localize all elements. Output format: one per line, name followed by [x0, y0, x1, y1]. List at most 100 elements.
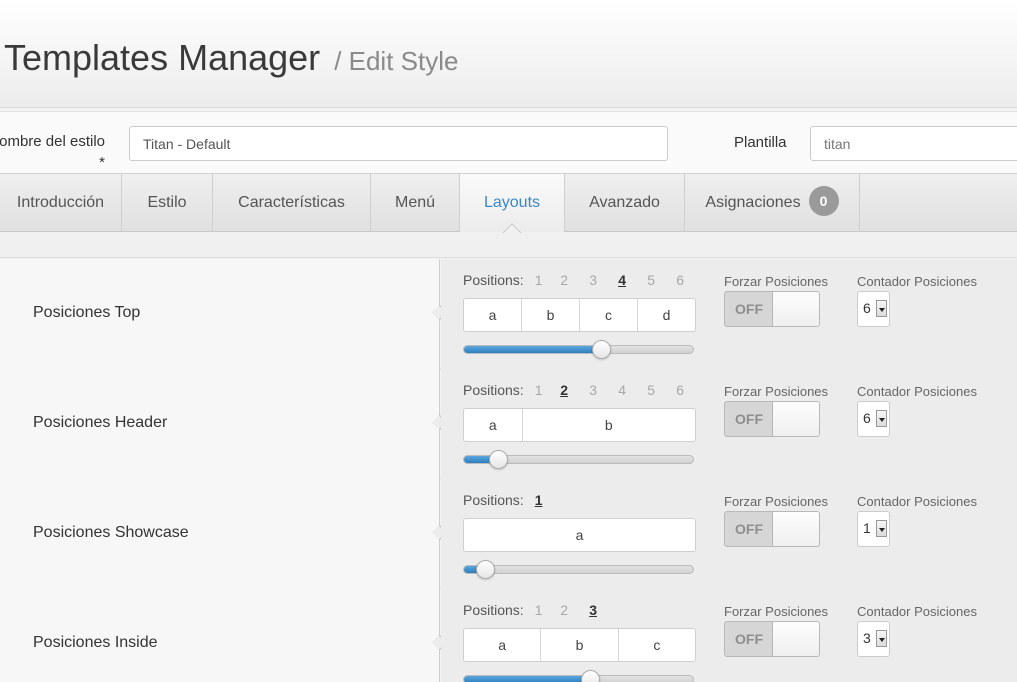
position-count-option[interactable]: 3 [579, 382, 608, 398]
tab-label: Menú [394, 194, 436, 211]
force-positions-toggle[interactable]: OFF [724, 511, 820, 547]
position-block[interactable]: b [522, 299, 580, 331]
position-block[interactable]: b [523, 409, 696, 441]
force-positions-toggle[interactable]: OFF [724, 401, 820, 437]
slider-handle[interactable] [580, 670, 600, 682]
positions-selector: Positions: 123456 [463, 382, 695, 398]
page-title: Templates Manager / Edit Style [4, 37, 458, 79]
position-count-option[interactable]: 2 [550, 272, 579, 288]
position-block[interactable]: c [580, 299, 638, 331]
force-positions-label: Forzar Posiciones [724, 384, 829, 399]
positions-counter-select[interactable]: 3 [857, 621, 890, 657]
section-spacer [0, 233, 1017, 258]
toggle-off-label: OFF [735, 411, 763, 427]
positions-counter-select[interactable]: 1 [857, 511, 890, 547]
force-positions-label: Forzar Posiciones [724, 494, 829, 509]
position-block[interactable]: d [638, 299, 695, 331]
tab-introduccion[interactable]: Introducción [0, 174, 122, 232]
positions-label: Positions: [463, 492, 524, 508]
position-count-option[interactable]: 6 [666, 382, 695, 398]
position-blocks: ab [463, 408, 696, 442]
toggle-knob[interactable] [772, 402, 819, 436]
chevron-down-icon[interactable] [876, 410, 887, 427]
row-title: Posiciones Showcase [33, 524, 189, 541]
template-input[interactable] [810, 126, 1017, 161]
style-name-label: Nombre del estilo * [0, 133, 105, 171]
position-block[interactable]: b [541, 629, 619, 661]
positions-counter-label: Contador Posiciones [857, 494, 977, 509]
row-title: Posiciones Header [33, 414, 168, 431]
slider-handle[interactable] [592, 340, 612, 359]
tab-label: Layouts [483, 194, 541, 211]
position-count-option[interactable]: 2 [550, 602, 579, 618]
template-label: Plantilla [734, 134, 787, 151]
layout-row: Posiciones Showcase Positions: 1 a Forza… [0, 479, 1017, 589]
position-count-option[interactable]: 1 [528, 492, 550, 508]
position-block[interactable]: a [464, 629, 542, 661]
tab-asignaciones[interactable]: Asignaciones 0 [685, 174, 860, 232]
position-count-option[interactable]: 1 [528, 382, 550, 398]
tab-label: Asignaciones [705, 194, 801, 211]
position-block[interactable]: c [619, 629, 695, 661]
tab-avanzado[interactable]: Avanzado [565, 174, 685, 232]
toggle-knob[interactable] [772, 622, 819, 656]
layout-row: Posiciones Inside Positions: 123 abc For… [0, 589, 1017, 682]
row-title: Posiciones Top [33, 304, 141, 321]
row-title: Posiciones Inside [33, 634, 158, 651]
position-count-option[interactable]: 6 [666, 272, 695, 288]
position-count-option[interactable]: 5 [637, 272, 666, 288]
toggle-knob[interactable] [772, 512, 819, 546]
assignments-count-badge: 0 [808, 186, 839, 217]
positions-label: Positions: [463, 272, 524, 288]
position-count-option[interactable]: 5 [637, 382, 666, 398]
positions-counter-value: 6 [863, 410, 871, 426]
position-count-option[interactable]: 3 [579, 602, 608, 618]
row-controls: Positions: 1 a Forzar Posiciones OFF Con… [441, 479, 1017, 589]
position-width-slider[interactable] [463, 560, 694, 579]
toggle-off-label: OFF [735, 521, 763, 537]
tab-caracteristicas[interactable]: Características [213, 174, 371, 232]
row-label-panel: Posiciones Inside [0, 589, 448, 682]
positions-counter-select[interactable]: 6 [857, 401, 890, 437]
tab-bar: Introducción Estilo Características Menú… [0, 173, 1017, 243]
toggle-knob[interactable] [772, 292, 819, 326]
position-count-option[interactable]: 4 [608, 382, 637, 398]
tab-estilo[interactable]: Estilo [122, 174, 213, 232]
force-positions-toggle[interactable]: OFF [724, 621, 820, 657]
chevron-down-icon[interactable] [876, 300, 887, 317]
style-name-input[interactable] [129, 126, 668, 161]
position-count-option[interactable]: 1 [528, 602, 550, 618]
position-count-option[interactable]: 1 [528, 272, 550, 288]
tab-label: Características [238, 194, 345, 211]
row-controls: Positions: 123 abc Forzar Posiciones OFF… [441, 589, 1017, 682]
positions-counter-select[interactable]: 6 [857, 291, 890, 327]
layout-row: Posiciones Header Positions: 123456 ab F… [0, 369, 1017, 479]
positions-counter-label: Contador Posiciones [857, 384, 977, 399]
position-width-slider[interactable] [463, 340, 694, 359]
position-block[interactable]: a [464, 299, 522, 331]
position-blocks: abcd [463, 298, 696, 332]
position-block[interactable]: a [464, 519, 695, 551]
positions-counter-value: 3 [863, 630, 871, 646]
position-count-option[interactable]: 2 [550, 382, 579, 398]
chevron-down-icon[interactable] [876, 630, 887, 647]
row-controls: Positions: 123456 abcd Forzar Posiciones… [441, 259, 1017, 369]
slider-fill [464, 346, 602, 353]
positions-label: Positions: [463, 602, 524, 618]
slider-handle[interactable] [489, 450, 509, 469]
toggle-off-label: OFF [735, 631, 763, 647]
slider-handle[interactable] [475, 560, 495, 579]
position-count-option[interactable]: 3 [579, 272, 608, 288]
tab-layouts[interactable]: Layouts [459, 174, 565, 243]
page-header: Templates Manager / Edit Style [0, 0, 1017, 108]
position-block[interactable]: a [464, 409, 523, 441]
force-positions-toggle[interactable]: OFF [724, 291, 820, 327]
position-width-slider[interactable] [463, 450, 694, 469]
position-width-slider[interactable] [463, 670, 694, 682]
tab-menu[interactable]: Menú [371, 174, 460, 232]
position-count-option[interactable]: 4 [608, 272, 637, 288]
row-label-panel: Posiciones Top [0, 259, 448, 369]
slider-fill [464, 676, 590, 682]
chevron-down-icon[interactable] [876, 520, 887, 537]
positions-selector: Positions: 123456 [463, 272, 695, 288]
